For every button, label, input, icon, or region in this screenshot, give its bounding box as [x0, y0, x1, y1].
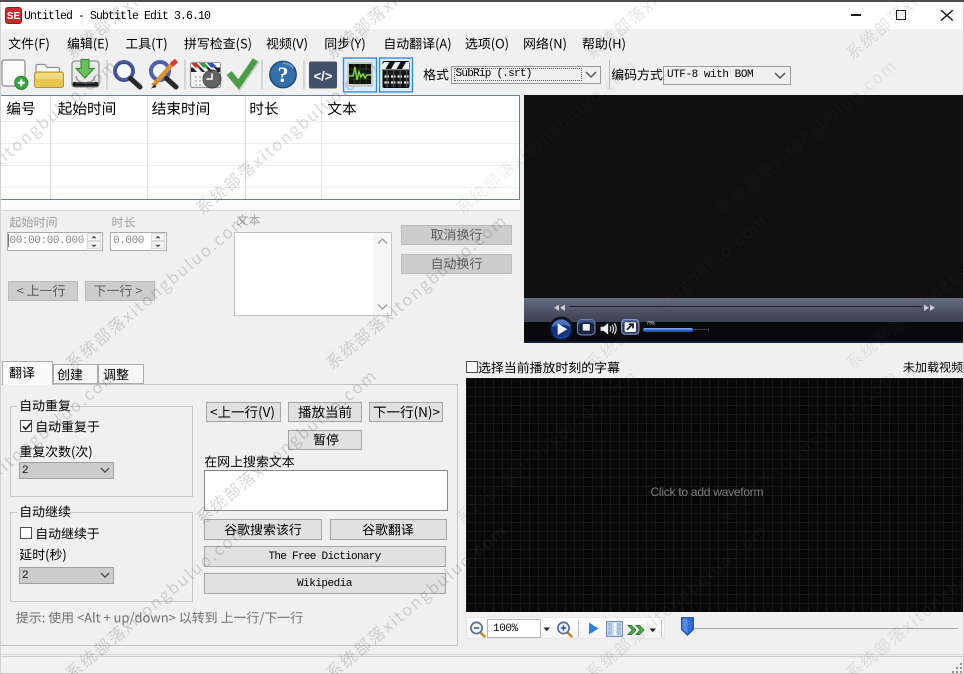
svg-text:SE: SE — [7, 11, 21, 22]
svg-text:?: ? — [278, 62, 289, 87]
svg-text:</>: </> — [314, 69, 333, 84]
